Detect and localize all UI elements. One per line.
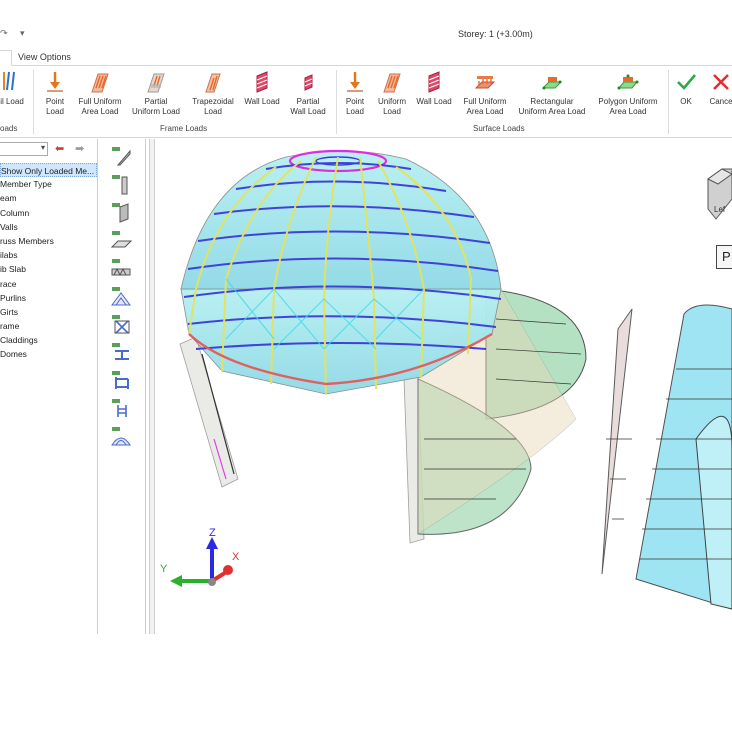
- partial-wall-load-icon: [304, 74, 313, 91]
- title-bar: ↷ ▾ Storey: 1 (+3.00m): [0, 0, 732, 50]
- polygon-uniform-icon: [617, 74, 639, 90]
- group-label-partial: oads: [0, 124, 18, 133]
- girt-icon[interactable]: [110, 369, 132, 391]
- tree-item-domes[interactable]: Domes: [0, 347, 97, 361]
- ribbon: il Load oads Point Load Full Uniform Area …: [0, 66, 732, 138]
- ribbon-tabs: View Options: [0, 50, 732, 66]
- dropdown-icon[interactable]: ▾: [20, 28, 25, 39]
- tree-item-brace[interactable]: race: [0, 277, 97, 291]
- panel-splitter[interactable]: [149, 139, 155, 634]
- tree-item-claddings[interactable]: Claddings: [0, 333, 97, 347]
- tree-item-column[interactable]: Column: [0, 206, 97, 220]
- axis-z-label: Z: [209, 527, 216, 539]
- filter-combo[interactable]: ▾: [0, 142, 48, 156]
- dome-icon[interactable]: [110, 425, 132, 447]
- ok-button[interactable]: OK: [674, 70, 698, 107]
- frame-wall-load-button[interactable]: Wall Load: [242, 70, 282, 107]
- surface-wall-load-button[interactable]: Wall Load: [414, 70, 454, 107]
- trapezoidal-load-icon: [205, 73, 221, 93]
- surface-rectangular-uniform-area-load-button[interactable]: Rectangular Uniform Area Load: [516, 70, 588, 116]
- ribbon-separator: [33, 70, 34, 134]
- redo-icon[interactable]: ↷: [0, 28, 8, 39]
- frame-trapezoidal-load-button[interactable]: Trapezoidal Load: [189, 70, 237, 116]
- tree-item-truss-members[interactable]: russ Members: [0, 234, 97, 248]
- frame-partial-wall-load-button[interactable]: Partial Wall Load: [288, 70, 328, 116]
- beam-icon[interactable]: [110, 145, 132, 167]
- tree-item-show-only-loaded[interactable]: Show Only Loaded Me...: [0, 163, 97, 178]
- wall-load-icon: [256, 71, 268, 93]
- surface-wall-load-icon: [428, 71, 440, 93]
- surface-uniform-load-button[interactable]: Uniform Load: [374, 70, 410, 116]
- wall-icon[interactable]: [110, 201, 132, 223]
- 3d-viewport[interactable]: Lef P Z Y X: [156, 139, 732, 634]
- member-tree: Show Only Loaded Me... Member Type eam C…: [0, 163, 97, 362]
- rectangular-uniform-icon: [541, 77, 563, 90]
- window-title: Storey: 1 (+3.00m): [458, 29, 533, 39]
- tab-view-options[interactable]: View Options: [12, 50, 77, 66]
- group-label-surface-loads: Surface Loads: [473, 124, 525, 133]
- tree-item-girts[interactable]: Girts: [0, 305, 97, 319]
- partial-uniform-load-icon: [147, 73, 165, 93]
- tree-item-rib-slab[interactable]: ib Slab: [0, 262, 97, 276]
- viewport-label-box: P: [716, 245, 732, 269]
- tree-item-walls[interactable]: Valls: [0, 220, 97, 234]
- uniform-load-icon: [383, 73, 401, 93]
- ribbon-separator: [336, 70, 337, 134]
- member-filter-panel: ▾ ⬅ ➡ Show Only Loaded Me... Member Type…: [0, 139, 98, 634]
- truss-icon[interactable]: [110, 257, 132, 279]
- full-uniform-area-load-icon: [91, 73, 109, 93]
- tree-item-purlins[interactable]: Purlins: [0, 291, 97, 305]
- member-type-toolbar: [99, 139, 146, 634]
- axis-x-label: X: [232, 551, 240, 563]
- ribbon-separator: [668, 70, 669, 134]
- rib-slab-icon[interactable]: [110, 285, 132, 307]
- surface-full-uniform-icon: [474, 76, 496, 89]
- frame-full-uniform-area-load-button[interactable]: Full Uniform Area Load: [76, 70, 124, 116]
- frame-icon[interactable]: [110, 397, 132, 419]
- coil-load-button[interactable]: il Load: [0, 70, 28, 107]
- view-cube-label: Lef: [714, 205, 726, 214]
- close-icon: [713, 74, 729, 90]
- back-arrow-icon[interactable]: ⬅: [55, 142, 64, 155]
- forward-arrow-icon[interactable]: ➡: [75, 142, 84, 155]
- check-icon: [677, 74, 696, 90]
- tree-item-beam[interactable]: eam: [0, 191, 97, 205]
- surface-polygon-uniform-area-load-button[interactable]: Polygon Uniform Area Load: [594, 70, 662, 116]
- cancel-button[interactable]: Cance: [706, 70, 732, 107]
- frame-point-load-button[interactable]: Point Load: [40, 70, 70, 116]
- column-icon[interactable]: [110, 173, 132, 195]
- group-label-frame-loads: Frame Loads: [160, 124, 208, 133]
- load-surface-thin: [601, 308, 633, 575]
- tab-loads[interactable]: [0, 50, 12, 66]
- frame-partial-uniform-load-button[interactable]: Partial Uniform Load: [130, 70, 182, 116]
- point-load-icon: [47, 72, 63, 92]
- tree-item-frame[interactable]: rame: [0, 319, 97, 333]
- purlin-icon[interactable]: [110, 341, 132, 363]
- tree-item-slabs[interactable]: ilabs: [0, 248, 97, 262]
- tree-item-member-type[interactable]: Member Type: [0, 177, 97, 191]
- surface-point-load-icon: [347, 72, 363, 92]
- brace-icon[interactable]: [110, 313, 132, 335]
- slab-icon[interactable]: [110, 229, 132, 251]
- surface-point-load-button[interactable]: Point Load: [342, 70, 368, 116]
- coil-load-icon: [3, 71, 15, 91]
- axis-y-label: Y: [160, 563, 168, 575]
- axis-gizmo: [170, 537, 233, 587]
- chevron-down-icon[interactable]: ▾: [41, 143, 45, 152]
- surface-full-uniform-area-load-button[interactable]: Full Uniform Area Load: [460, 70, 510, 116]
